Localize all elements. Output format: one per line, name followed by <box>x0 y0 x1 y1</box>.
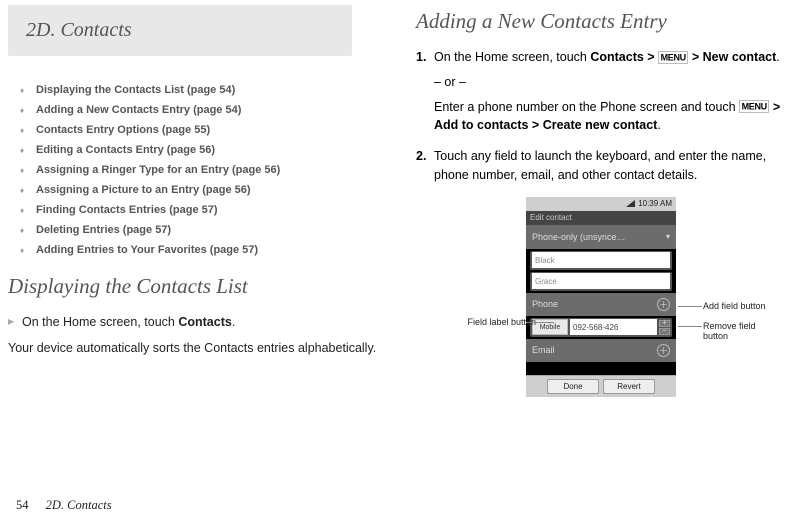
bottom-bar: Done Revert <box>526 375 676 397</box>
step-text: On the Home screen, touch <box>434 50 590 64</box>
phone-value[interactable]: 092-568-426 <box>570 319 657 335</box>
toc-item[interactable]: Adding a New Contacts Entry (page 54) <box>20 100 390 120</box>
menu-icon: MENU <box>658 51 688 64</box>
contacts-bold: Contacts <box>590 50 643 64</box>
step-2: 2. Touch any field to launch the keyboar… <box>416 147 798 185</box>
page-footer: 54 2D. Contacts <box>16 498 112 513</box>
gt: > <box>528 118 542 132</box>
email-section-label: Email <box>532 345 555 355</box>
section-tab: 2D. Contacts <box>8 5 352 56</box>
instruction-bold: Contacts <box>178 315 231 329</box>
step1-alt: Enter a phone number on the Phone screen… <box>434 98 798 136</box>
callout-remove-field: Remove field button <box>703 321 775 342</box>
right-column: Adding a New Contacts Entry 1. On the Ho… <box>404 5 806 489</box>
footer-section: 2D. Contacts <box>46 498 112 512</box>
callout-add-field: Add field button <box>703 301 775 311</box>
section-heading-display: Displaying the Contacts List <box>8 274 390 299</box>
first-name-hint: Black <box>532 252 670 268</box>
last-name-hint: Grace <box>532 273 670 289</box>
revert-button[interactable]: Revert <box>603 379 655 394</box>
email-section-row: Email ＋ <box>526 339 676 362</box>
remove-field-button[interactable]: − <box>659 328 670 335</box>
body-paragraph: Your device automatically sorts the Cont… <box>8 339 390 357</box>
instruction-text: On the Home screen, touch <box>22 315 178 329</box>
gt: > <box>688 50 702 64</box>
phone-screenshot: 10:39 AM Edit contact Phone-only (unsync… <box>526 197 676 397</box>
period: . <box>657 118 660 132</box>
status-time: 10:39 AM <box>638 199 672 208</box>
toc-item[interactable]: Adding Entries to Your Favorites (page 5… <box>20 240 390 260</box>
gt: > <box>769 100 780 114</box>
done-button[interactable]: Done <box>547 379 599 394</box>
instruction-text-end: . <box>232 315 235 329</box>
toc-item[interactable]: Assigning a Ringer Type for an Entry (pa… <box>20 160 390 180</box>
callout-label: Remove field button <box>703 321 756 341</box>
period: . <box>776 50 779 64</box>
callout-leader-line <box>678 326 702 327</box>
step-text: Touch any field to launch the keyboard, … <box>434 149 766 182</box>
toc-item[interactable]: Editing a Contacts Entry (page 56) <box>20 140 390 160</box>
status-bar: 10:39 AM <box>526 197 676 211</box>
phone-section-label: Phone <box>532 299 558 309</box>
add-email-icon[interactable]: ＋ <box>657 344 670 357</box>
callout-leader-line <box>526 322 554 323</box>
field-add-remove: + − <box>659 320 670 335</box>
phone-figure: 10:39 AM Edit contact Phone-only (unsync… <box>416 197 798 407</box>
screen-title: Edit contact <box>526 211 676 225</box>
step-1: 1. On the Home screen, touch Contacts > … <box>416 48 798 135</box>
new-contact-bold: New contact <box>703 50 777 64</box>
name-field-last[interactable]: Grace <box>530 272 672 291</box>
name-field-first[interactable]: Black <box>530 251 672 270</box>
or-separator: – or – <box>434 73 798 92</box>
step-number: 2. <box>416 147 426 166</box>
toc-item[interactable]: Displaying the Contacts List (page 54) <box>20 80 390 100</box>
section-heading-add: Adding a New Contacts Entry <box>416 9 798 34</box>
toc-list: Displaying the Contacts List (page 54) A… <box>8 80 390 260</box>
step-text: Enter a phone number on the Phone screen… <box>434 100 739 114</box>
phone-section-row: Phone ＋ <box>526 293 676 316</box>
expand-icon: ▾ <box>666 232 670 241</box>
add-to-contacts-bold: Add to contacts <box>434 118 528 132</box>
signal-icon <box>626 200 635 207</box>
step-number: 1. <box>416 48 426 67</box>
instruction-line: On the Home screen, touch Contacts. <box>22 313 390 331</box>
account-label: Phone-only (unsynce… <box>532 232 626 242</box>
callout-leader-line <box>678 306 702 307</box>
page: 2D. Contacts Displaying the Contacts Lis… <box>0 0 806 519</box>
toc-item[interactable]: Assigning a Picture to an Entry (page 56… <box>20 180 390 200</box>
steps-list: 1. On the Home screen, touch Contacts > … <box>416 48 798 185</box>
toc-item[interactable]: Contacts Entry Options (page 55) <box>20 120 390 140</box>
callout-field-label: Field label button <box>464 317 536 327</box>
create-new-contact-bold: Create new contact <box>543 118 658 132</box>
page-number: 54 <box>16 498 29 512</box>
add-phone-icon[interactable]: ＋ <box>657 298 670 311</box>
toc-item[interactable]: Deleting Entries (page 57) <box>20 220 390 240</box>
left-column: 2D. Contacts Displaying the Contacts Lis… <box>0 5 404 489</box>
phone-field[interactable]: Mobile 092-568-426 + − <box>530 318 672 337</box>
callout-label: Add field button <box>703 301 766 311</box>
toc-item[interactable]: Finding Contacts Entries (page 57) <box>20 200 390 220</box>
account-row[interactable]: Phone-only (unsynce… ▾ <box>526 225 676 249</box>
menu-icon: MENU <box>739 100 769 113</box>
gt: > <box>644 50 658 64</box>
